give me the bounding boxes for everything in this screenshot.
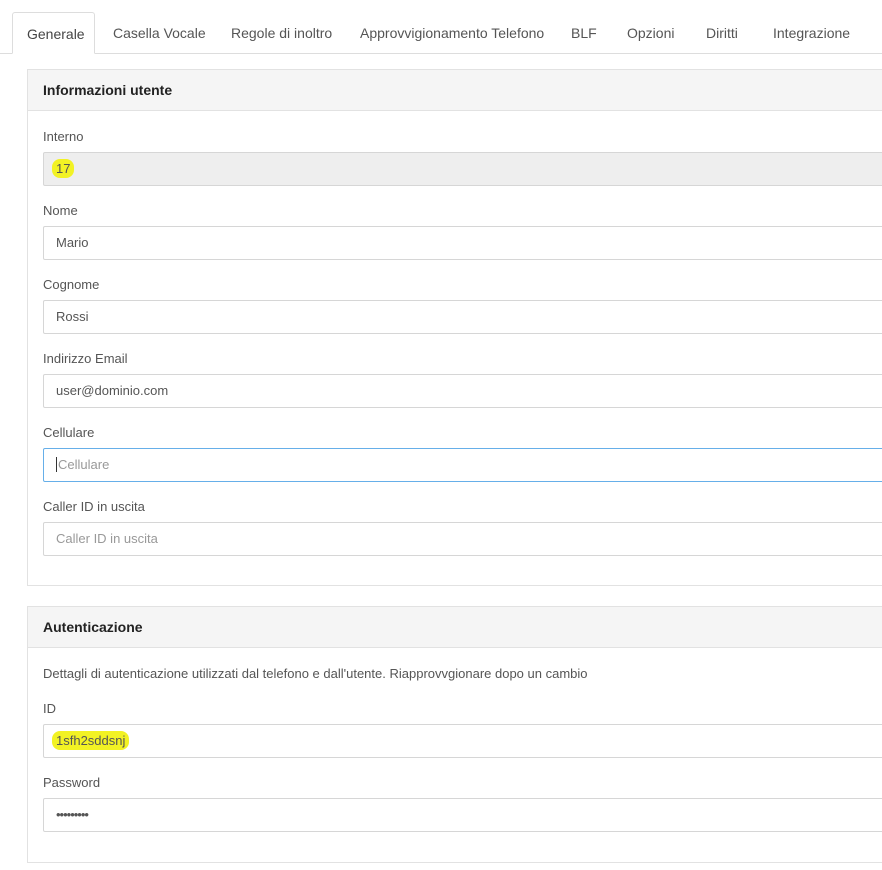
extension-value: 17 (52, 159, 75, 178)
mobile-label: Cellulare (43, 425, 95, 440)
first-name-field[interactable]: Mario (43, 226, 882, 260)
extension-field: 17 (43, 152, 882, 186)
auth-title: Autenticazione (28, 607, 882, 648)
caller-id-placeholder: Caller ID in uscita (56, 531, 158, 546)
password-field[interactable]: ••••••••• (43, 798, 882, 832)
tab-generale[interactable]: Generale (12, 12, 95, 54)
auth-panel: Autenticazione Dettagli di autenticazion… (27, 606, 882, 863)
password-label: Password (43, 775, 101, 790)
mobile-field[interactable]: Cellulare (43, 448, 882, 482)
email-label: Indirizzo Email (43, 351, 128, 366)
tab-blf[interactable]: BLF (571, 12, 597, 54)
user-info-panel: Informazioni utente Interno 17 Nome Mari… (27, 69, 882, 586)
user-info-title: Informazioni utente (28, 70, 882, 111)
mobile-placeholder: Cellulare (58, 457, 110, 472)
email-field[interactable]: user@dominio.com (43, 374, 882, 408)
tab-regole-di-inoltro[interactable]: Regole di inoltro (231, 12, 332, 54)
tab-opzioni[interactable]: Opzioni (627, 12, 674, 54)
tab-approvvigionamento-telefono[interactable]: Approvvigionamento Telefono (360, 12, 544, 54)
last-name-field[interactable]: Rossi (43, 300, 882, 334)
tab-diritti[interactable]: Diritti (706, 12, 738, 54)
caller-id-field[interactable]: Caller ID in uscita (43, 522, 882, 556)
tab-integrazione[interactable]: Integrazione (773, 12, 850, 54)
extension-label: Interno (43, 129, 84, 144)
last-name-label: Cognome (43, 277, 100, 292)
auth-id-value: 1sfh2sddsnj (52, 731, 130, 750)
caller-id-label: Caller ID in uscita (43, 499, 145, 514)
auth-id-label: ID (43, 701, 56, 716)
auth-id-field[interactable]: 1sfh2sddsnj (43, 724, 882, 758)
text-cursor (56, 457, 57, 472)
tab-casella-vocale[interactable]: Casella Vocale (113, 12, 206, 54)
auth-description: Dettagli di autenticazione utilizzati da… (43, 666, 588, 681)
tab-bar: Generale Casella Vocale Regole di inoltr… (0, 0, 882, 54)
first-name-label: Nome (43, 203, 78, 218)
